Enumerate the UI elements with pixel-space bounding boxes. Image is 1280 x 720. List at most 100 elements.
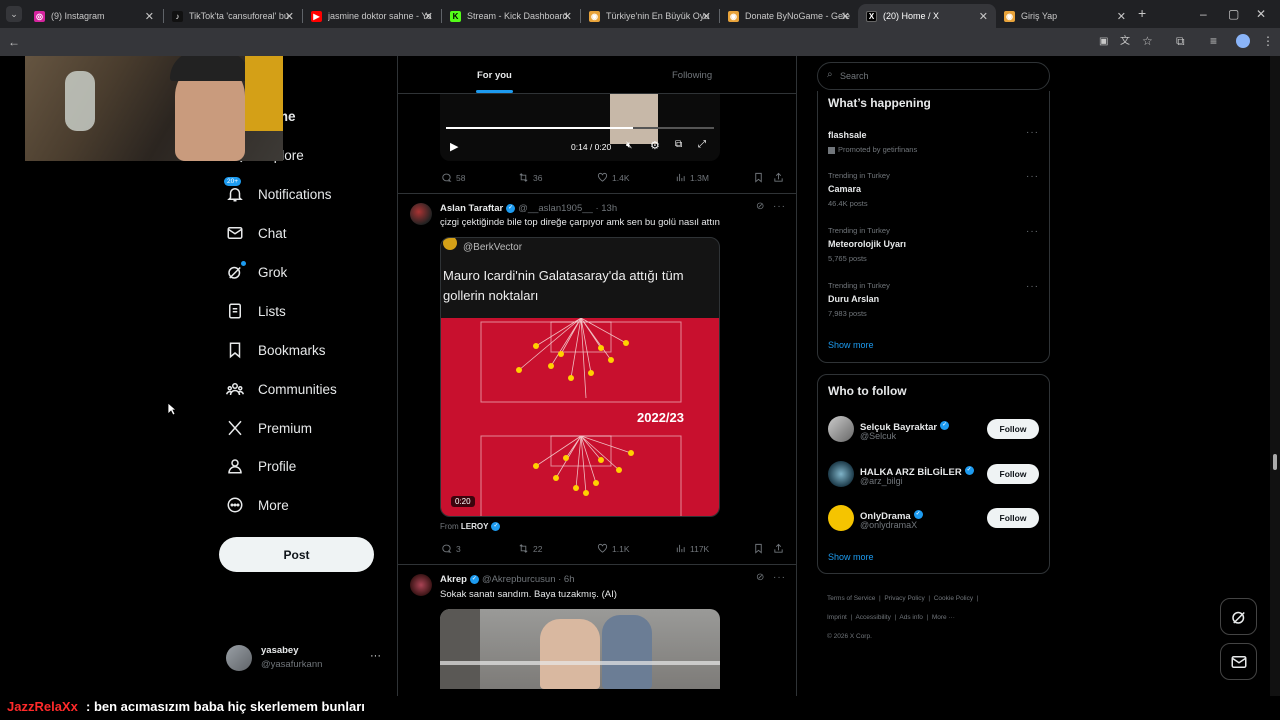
nav-premium[interactable]: Premium (226, 413, 312, 443)
fullscreen-icon[interactable]: ⤢ (698, 139, 706, 150)
post-button[interactable]: Post (219, 537, 374, 572)
share-action[interactable] (773, 543, 788, 554)
close-icon[interactable]: ✕ (841, 10, 850, 23)
like-action[interactable]: 1.1K (597, 543, 630, 554)
repost-action[interactable]: 36 (518, 172, 542, 183)
minimize-button[interactable]: – (1200, 7, 1207, 21)
back-icon[interactable]: ← (8, 35, 20, 49)
nav-lists[interactable]: Lists (226, 296, 286, 326)
footer-link[interactable]: Privacy Policy (884, 595, 924, 602)
close-icon[interactable]: ✕ (424, 10, 433, 23)
follow-button[interactable]: Follow (987, 508, 1039, 528)
tweet-time[interactable]: · 13h (595, 203, 617, 214)
tab-bynogame[interactable]: ◉ Türkiye'nin En Büyük Oyu ✕ (581, 4, 719, 28)
footer-link[interactable]: Cookie Policy (934, 595, 973, 602)
author-handle[interactable]: @__aslan1905__ (518, 203, 593, 214)
like-action[interactable]: 1.4K (597, 172, 630, 183)
nav-chat[interactable]: Chat (226, 218, 287, 248)
translate-icon[interactable]: 文 (1120, 35, 1130, 49)
footer-link[interactable]: Imprint (827, 614, 847, 621)
views-action[interactable]: 1.3M (675, 172, 709, 183)
footer-link[interactable]: Ads info (899, 614, 923, 621)
close-icon[interactable]: ✕ (1117, 10, 1126, 23)
footer-link[interactable]: More ··· (932, 614, 955, 621)
trend-item[interactable]: Trending in Turkey Duru Arslan 7,983 pos… (818, 281, 1049, 331)
author-handle[interactable]: @Akrepburcusun (482, 574, 556, 585)
tab-x-home[interactable]: X (20) Home / X ✕ (858, 4, 996, 28)
nav-notifications[interactable]: 20+ Notifications (224, 177, 332, 209)
grok-floating-button[interactable] (1220, 598, 1257, 635)
tab-login[interactable]: ◉ Giriş Yap ✕ (996, 4, 1134, 28)
trend-item[interactable]: flashsale Promoted by getirfinans ··· (818, 121, 1049, 161)
grok-icon[interactable]: ⊘ (756, 572, 764, 583)
tab-following[interactable]: Following (597, 56, 796, 94)
close-icon[interactable]: ✕ (979, 10, 988, 23)
tab-donate[interactable]: ◉ Donate ByNoGame - Gele ✕ (720, 4, 858, 28)
more-icon[interactable]: ··· (773, 201, 786, 212)
reply-action[interactable]: 3 (441, 543, 461, 554)
account-switcher[interactable]: yasabey @yasafurkann ··· (226, 642, 386, 676)
search-input[interactable]: ⌕ Search (817, 62, 1050, 90)
tab-instagram[interactable]: ◎ (9) Instagram ✕ (26, 4, 162, 28)
footer-link[interactable]: Terms of Service (827, 595, 875, 602)
tab-tiktok[interactable]: ♪ TikTok'ta 'cansuforeal' bu ✕ (164, 4, 302, 28)
maximize-button[interactable]: ▢ (1228, 7, 1239, 21)
more-icon[interactable]: ··· (1026, 226, 1039, 237)
browser-menu-icon[interactable]: ⋮ (1262, 34, 1274, 48)
tab-youtube[interactable]: ▶ jasmine doktor sahne - Yo ✕ (303, 4, 441, 28)
messages-floating-button[interactable] (1220, 643, 1257, 680)
more-icon[interactable]: ··· (1026, 127, 1039, 138)
more-icon[interactable]: ··· (1026, 171, 1039, 182)
reply-action[interactable]: 58 (441, 172, 465, 183)
author-name[interactable]: Akrep (440, 574, 467, 585)
share-action[interactable] (773, 172, 788, 183)
repost-action[interactable]: 22 (518, 543, 542, 554)
avatar[interactable] (410, 203, 432, 225)
avatar[interactable] (410, 574, 432, 596)
close-icon[interactable]: ✕ (702, 10, 711, 23)
tab-for-you[interactable]: For you (398, 56, 597, 94)
more-icon[interactable]: ··· (773, 572, 786, 583)
more-icon[interactable]: ··· (1026, 281, 1039, 292)
author-name[interactable]: Aslan Taraftar (440, 203, 503, 214)
extensions-icon[interactable]: ⧉ (1176, 34, 1185, 48)
close-icon[interactable]: ✕ (563, 10, 572, 23)
views-action[interactable]: 117K (675, 543, 709, 554)
mute-icon[interactable]: 🔇︎ (626, 140, 632, 151)
trend-item[interactable]: Trending in Turkey Meteorolojik Uyarı 5,… (818, 226, 1049, 276)
profile-avatar-icon[interactable] (1236, 34, 1250, 48)
play-icon[interactable]: ▶ (450, 140, 458, 153)
page-scrollbar[interactable] (1270, 56, 1280, 696)
nav-profile[interactable]: Profile (226, 451, 296, 481)
tweet-media-video[interactable]: @BerkVector Mauro Icardi'nin Galatasaray… (440, 237, 720, 517)
tab-search-icon[interactable]: ⌄ (6, 6, 22, 22)
footer-link[interactable]: Accessibility (855, 614, 890, 621)
close-icon[interactable]: ✕ (145, 10, 154, 23)
nav-more[interactable]: More (226, 490, 289, 520)
close-window-button[interactable]: ✕ (1256, 7, 1266, 21)
show-more-link[interactable]: Show more (828, 552, 874, 562)
tab-kick[interactable]: K Stream - Kick Dashboard ✕ (442, 4, 580, 28)
bookmark-action[interactable] (753, 543, 768, 554)
screenshot-icon[interactable]: ▣ (1099, 35, 1108, 49)
trend-item[interactable]: Trending in Turkey Camara 46.4K posts ··… (818, 171, 1049, 221)
video-source[interactable]: From LEROY ✓ (440, 522, 503, 532)
account-menu-icon[interactable]: ··· (370, 650, 381, 662)
follow-button[interactable]: Follow (987, 464, 1039, 484)
pip-icon[interactable]: ⧉ (675, 139, 682, 150)
bookmark-star-icon[interactable]: ☆ (1142, 34, 1153, 48)
nav-bookmarks[interactable]: Bookmarks (226, 335, 326, 365)
scrollbar-thumb[interactable] (1273, 454, 1277, 470)
bookmark-action[interactable] (753, 172, 768, 183)
tweet-time[interactable]: · 6h (558, 574, 574, 585)
video-player[interactable]: ▶ 0:14 / 0:20 🔇︎ ⚙ ⧉ ⤢ (440, 94, 720, 161)
nav-grok[interactable]: Grok (226, 257, 287, 287)
new-tab-button[interactable]: + (1138, 6, 1146, 20)
close-icon[interactable]: ✕ (285, 10, 294, 23)
settings-icon[interactable]: ⚙ (650, 139, 660, 152)
follow-button[interactable]: Follow (987, 419, 1039, 439)
omnibox[interactable] (282, 32, 1082, 52)
from-name[interactable]: LEROY (461, 522, 489, 531)
show-more-link[interactable]: Show more (828, 340, 874, 350)
tweet-media-image[interactable] (440, 609, 720, 689)
